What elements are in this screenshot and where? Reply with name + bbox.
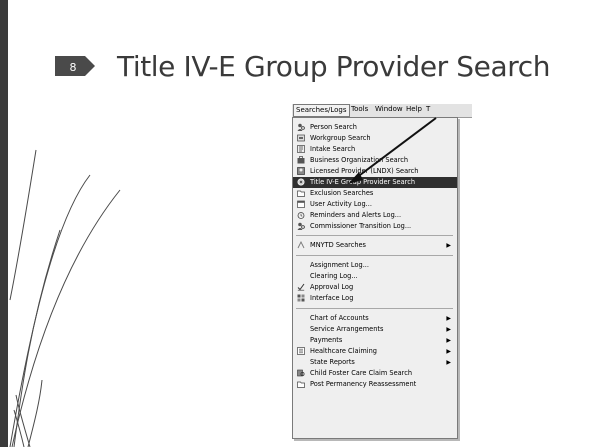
menu-screenshot: Searches/Logs Tools Window Help T Person… bbox=[292, 104, 472, 439]
folder-icon bbox=[297, 381, 305, 388]
menu-separator bbox=[296, 308, 453, 309]
menu-item-healthcare-claiming[interactable]: Healthcare Claiming ▶ bbox=[293, 346, 457, 357]
menu-item-mnytd-searches[interactable]: MNYTD Searches ▶ bbox=[293, 240, 457, 251]
approval-icon bbox=[297, 283, 305, 291]
menu-item-approval-log[interactable]: Approval Log bbox=[293, 282, 457, 293]
menu-item-chart-of-accounts[interactable]: Chart of Accounts ▶ bbox=[293, 313, 457, 324]
menu-item-assignment-log[interactable]: Assignment Log... bbox=[293, 260, 457, 271]
submenu-arrow-icon: ▶ bbox=[446, 337, 451, 344]
claim-icon bbox=[297, 369, 305, 377]
menu-item-post-permanency-reassessment[interactable]: Post Permanency Reassessment bbox=[293, 379, 457, 390]
submenu-arrow-icon: ▶ bbox=[446, 348, 451, 355]
submenu-arrow-icon: ▶ bbox=[446, 242, 451, 249]
healthcare-icon bbox=[297, 347, 305, 355]
submenu-arrow-icon: ▶ bbox=[446, 359, 451, 366]
menu-item-clearing-log[interactable]: Clearing Log... bbox=[293, 271, 457, 282]
menu-item-state-reports[interactable]: State Reports ▶ bbox=[293, 357, 457, 368]
menu-item-payments[interactable]: Payments ▶ bbox=[293, 335, 457, 346]
interface-icon bbox=[297, 294, 305, 302]
pointer-arrow-icon bbox=[348, 117, 437, 184]
mnytd-icon bbox=[297, 241, 305, 249]
menu-item-child-foster-care-claim-search[interactable]: Child Foster Care Claim Search bbox=[293, 368, 457, 379]
slide-number: 8 bbox=[69, 61, 77, 74]
menu-item-service-arrangements[interactable]: Service Arrangements ▶ bbox=[293, 324, 457, 335]
slide-left-bar bbox=[0, 0, 8, 447]
menu-item-interface-log[interactable]: Interface Log bbox=[293, 293, 457, 304]
menu-separator bbox=[296, 255, 453, 256]
submenu-arrow-icon: ▶ bbox=[446, 315, 451, 322]
menu-separator bbox=[296, 235, 453, 236]
slide-title: Title IV-E Group Provider Search bbox=[117, 50, 551, 83]
submenu-arrow-icon: ▶ bbox=[446, 326, 451, 333]
